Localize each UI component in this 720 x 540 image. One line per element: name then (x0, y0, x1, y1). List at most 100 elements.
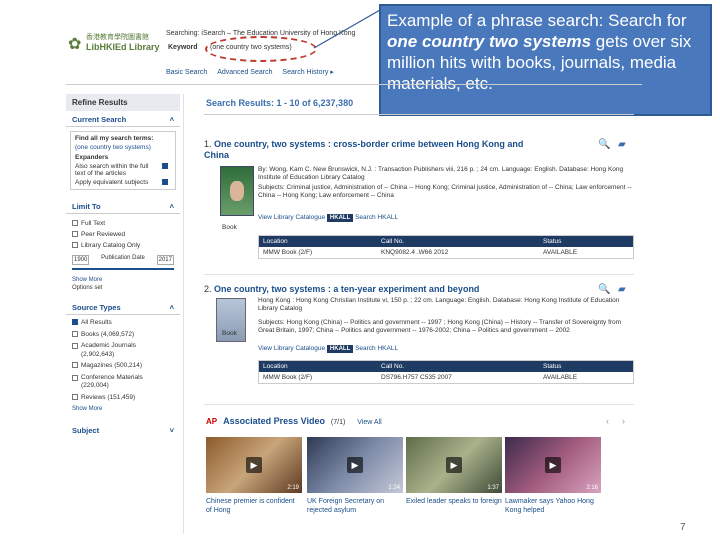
result-number: 2. (204, 284, 212, 294)
search-links: Basic Search Advanced Search Search Hist… (166, 68, 334, 76)
refine-sidebar: Refine Results Current Search ˄ Find all … (66, 94, 180, 441)
result-subjects: Subjects: Hong Kong (China) -- Politics … (258, 319, 622, 334)
video-caption[interactable]: UK Foreign Secretary on rejected asylum (307, 497, 403, 515)
ap-video-title[interactable]: Associated Press Video (223, 416, 325, 426)
subject-header[interactable]: Subject ˅ (66, 422, 180, 437)
source-conference[interactable]: Conference Materials (229,004) (72, 374, 174, 391)
find-all-label: Find all my search terms: (75, 135, 154, 142)
header-divider (66, 84, 642, 85)
holdings-header: Location Call No. Status (259, 361, 633, 372)
pub-date-from[interactable]: 1900 (72, 255, 90, 265)
logo-english-text: LibHKIEd Library (86, 42, 160, 52)
limit-fulltext[interactable]: Full Text (72, 218, 174, 229)
logo-chinese-text: 香港教育學院圖書館 (86, 34, 149, 41)
current-search-box: Find all my search terms: (one country t… (70, 131, 176, 190)
options-set-link[interactable]: Options set (72, 284, 174, 292)
source-reviews[interactable]: Reviews (151,459) (72, 394, 174, 403)
callout-text-start: Example of a phrase search: Search for (387, 11, 687, 30)
query-highlight-oval (205, 36, 317, 62)
limit-options: Full Text Peer Reviewed Library Catalog … (66, 218, 180, 251)
library-logo[interactable]: ✿ 香港教育學院圖書館 LibHKIEd Library (68, 30, 160, 58)
result-item: 1. One country, two systems : cross-bord… (204, 139, 636, 269)
expander-fulltext-remove-icon[interactable] (162, 163, 168, 169)
result-number: 1. (204, 139, 212, 149)
source-books[interactable]: Books (4,069,572) (72, 331, 174, 340)
play-icon[interactable]: ▶ (246, 457, 262, 473)
search-hkall-link[interactable]: Search HKALL (355, 345, 398, 352)
folder-add-icon[interactable]: ▰ (618, 284, 626, 295)
result-title-link[interactable]: 2. One country, two systems : a ten-year… (204, 284, 544, 294)
limit-library-catalog[interactable]: Library Catalog Only (72, 240, 174, 251)
source-types-header[interactable]: Source Types ˄ (66, 299, 180, 315)
play-icon[interactable]: ▶ (347, 457, 363, 473)
searching-label: Searching: (166, 30, 200, 37)
search-history-link[interactable]: Search History ▸ (282, 69, 333, 76)
video-caption[interactable]: Chinese premier is confident of Hong (206, 497, 302, 515)
play-icon[interactable]: ▶ (545, 457, 561, 473)
result-by-line: By: Wong, Kam C. New Brunswick, N.J. : T… (258, 166, 624, 181)
basic-search-link[interactable]: Basic Search (166, 69, 207, 76)
video-caption[interactable]: Exiled leader speaks to foreign (406, 497, 502, 506)
video-thumbnail[interactable]: ▶ 1:24 (307, 437, 403, 493)
view-library-catalogue-link[interactable]: View Library Catalogue (258, 345, 325, 352)
source-all-results[interactable]: All Results (72, 319, 174, 328)
result-divider (204, 274, 634, 275)
ap-video-header: AP Associated Press Video (7/1) View All… (206, 416, 636, 426)
collapse-icon[interactable]: ˄ (170, 303, 174, 312)
video-thumbnail[interactable]: ▶ 2:16 (505, 437, 601, 493)
explanation-callout: Example of a phrase search: Search for o… (379, 4, 712, 116)
holdings-table: Location Call No. Status MMW Book (2/F) … (258, 360, 634, 384)
video-thumbnail[interactable]: ▶ 2:19 (206, 437, 302, 493)
expanders-label: Expanders (75, 154, 109, 161)
expander-fulltext: Also search within the full text of the … (75, 163, 171, 177)
search-term-link[interactable]: (one country two systems) (75, 144, 171, 151)
play-icon[interactable]: ▶ (446, 457, 462, 473)
view-library-catalogue-link[interactable]: View Library Catalogue (258, 214, 325, 221)
page-number: 7 (680, 522, 686, 533)
view-all-link[interactable]: View All (357, 419, 381, 426)
video-caption[interactable]: Lawmaker says Yahoo Hong Kong helped (505, 497, 601, 515)
folder-add-icon[interactable]: ▰ (618, 139, 626, 150)
collapse-icon[interactable]: ˄ (170, 202, 174, 211)
expand-icon[interactable]: ˅ (170, 426, 174, 435)
pub-date-slider[interactable] (72, 268, 174, 270)
magnify-preview-icon[interactable]: 🔍 (598, 139, 610, 150)
result-title-link[interactable]: 1. One country, two systems : cross-bord… (204, 139, 544, 161)
limit-peer-reviewed[interactable]: Peer Reviewed (72, 229, 174, 240)
video-duration: 2:19 (287, 485, 299, 491)
source-magazines[interactable]: Magazines (500,214) (72, 362, 174, 371)
result-subjects: Subjects: Criminal justice, Administrati… (258, 184, 632, 199)
advanced-search-link[interactable]: Advanced Search (217, 69, 272, 76)
ap-logo: AP (206, 417, 218, 426)
collapse-icon[interactable]: ˄ (170, 115, 174, 124)
result-type-label: Book (222, 330, 237, 337)
refine-results-heading: Refine Results (66, 94, 180, 111)
holdings-header: Location Call No. Status (259, 236, 633, 247)
source-academic-journals[interactable]: Academic Journals (2,902,643) (72, 342, 174, 359)
result-divider (204, 404, 634, 405)
pub-date-to[interactable]: 2017 (156, 255, 174, 265)
video-thumbnail[interactable]: ▶ 1:37 (406, 437, 502, 493)
publication-date-range: 1900 Publication Date 2017 (66, 251, 180, 265)
results-divider (204, 114, 634, 115)
show-more-link[interactable]: Show More (72, 276, 174, 284)
limit-to-header[interactable]: Limit To ˄ (66, 198, 180, 214)
holdings-row: MMW Book (2/F) DS796.H757 C535 2007 AVAI… (263, 374, 578, 381)
next-arrow-icon[interactable]: › (622, 416, 625, 426)
limit-more: Show More Options set (66, 273, 180, 295)
search-hkall-link[interactable]: Search HKALL (355, 214, 398, 221)
show-more-sources-link[interactable]: Show More (72, 405, 174, 414)
hkall-badge[interactable]: HKALL (326, 214, 354, 222)
book-cover-image[interactable] (220, 166, 254, 216)
logo-emblem-icon: ✿ (68, 36, 82, 53)
prev-arrow-icon[interactable]: ‹ (606, 416, 609, 426)
result-actions: View Library Catalogue HKALL Search HKAL… (258, 345, 398, 353)
result-type-label: Book (222, 224, 237, 231)
ap-video-count: (7/1) (330, 419, 346, 426)
hkall-badge[interactable]: HKALL (326, 345, 354, 353)
expander-subjects-remove-icon[interactable] (162, 179, 168, 185)
results-summary: Search Results: 1 - 10 of 6,237,380 (206, 98, 354, 108)
video-duration: 1:37 (487, 485, 499, 491)
current-search-header[interactable]: Current Search ˄ (66, 111, 180, 127)
magnify-preview-icon[interactable]: 🔍 (598, 284, 610, 295)
